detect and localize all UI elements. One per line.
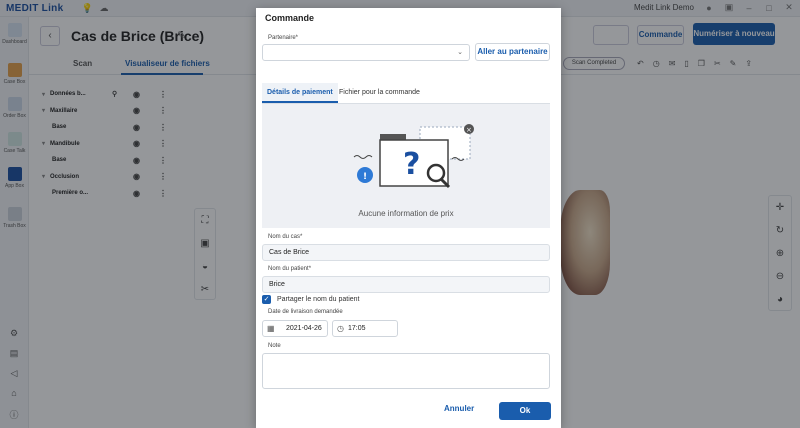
goto-partner-button[interactable]: Aller au partenaire [475,43,550,61]
tab-payment-details[interactable]: Détails de paiement [262,83,338,103]
chevron-down-icon: ⌄ [457,49,463,56]
delivery-date-label: Date de livraison demandée [268,309,343,315]
time-value: 17:05 [348,325,366,332]
clock-icon: ◷ [337,324,344,333]
share-patient-label: Partager le nom du patient [277,296,360,303]
note-label: Note [268,343,281,349]
date-value: 2021-04-26 [286,325,322,332]
modal-title: Commande [265,13,315,23]
date-field[interactable]: ▦ 2021-04-26 [262,320,328,337]
partner-select[interactable]: ⌄ [262,44,470,61]
case-name-field[interactable]: Cas de Brice [262,244,550,261]
empty-price-illustration: × ? ! [353,124,474,189]
share-patient-checkbox[interactable]: ✓ [262,295,271,304]
svg-text:×: × [466,126,472,134]
partner-label: Partenaire* [268,35,299,41]
svg-text:!: ! [363,172,367,182]
tab-order-files[interactable]: Fichier pour la commande [334,83,425,103]
patient-name-label: Nom du patient* [268,266,312,272]
patient-name-field[interactable]: Brice [262,276,550,293]
patient-name-value: Brice [269,281,285,288]
ok-button[interactable]: Ok [499,402,551,420]
note-textarea[interactable] [262,353,550,389]
empty-price-text: Aucune information de prix [358,209,454,218]
cancel-button[interactable]: Annuler [444,404,474,413]
price-empty-panel: × ? ! Aucune information de prix [262,104,550,228]
svg-text:?: ? [403,147,420,182]
case-name-label: Nom du cas* [268,234,303,240]
case-name-value: Cas de Brice [269,249,310,256]
time-field[interactable]: ◷ 17:05 [332,320,398,337]
order-modal: Commande Partenaire* ⌄ Aller au partenai… [256,8,561,428]
calendar-icon: ▦ [267,324,275,333]
